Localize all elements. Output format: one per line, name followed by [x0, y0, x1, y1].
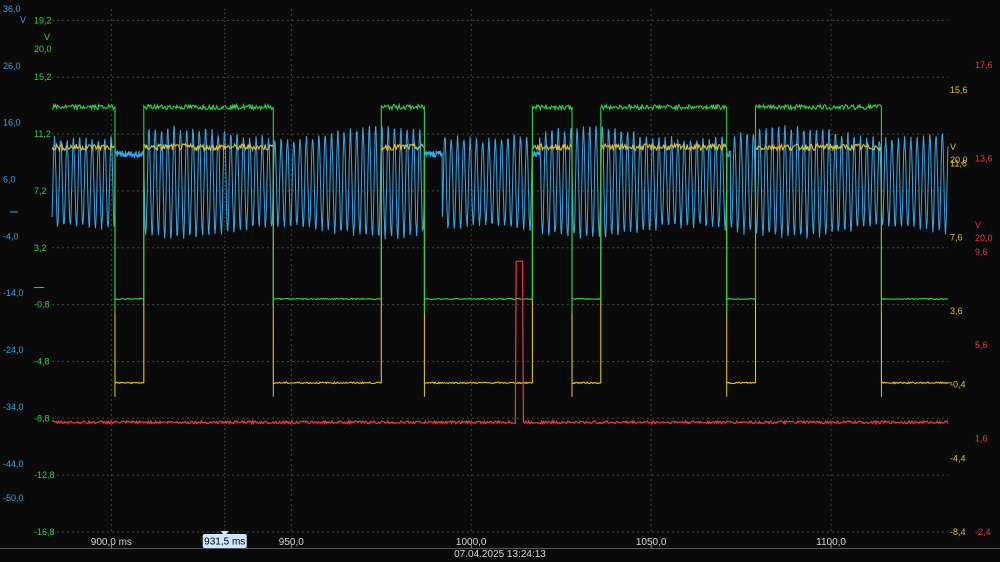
red-tick-label: -2,4 [975, 527, 991, 537]
green-tick-label: 15,2 [34, 72, 52, 82]
red-tick-label: 9,6 [975, 247, 988, 257]
blue-tick-label: -24,0 [3, 345, 24, 355]
x-tick-label: 1050,0 [636, 537, 667, 548]
yellow-tick-label: -4,4 [950, 453, 966, 463]
timestamp: 07.04.2025 13:24:13 [454, 549, 546, 560]
green-tick-label: 11,2 [34, 129, 51, 139]
yellow-tick-label: 15,6 [950, 85, 968, 95]
red-tick-label: 5,6 [975, 340, 988, 350]
green-tick-label: 19,2 [34, 15, 52, 25]
green-tick-label: -16,8 [34, 527, 55, 537]
x-tick-label: 950,0 [279, 537, 304, 548]
yellow-tick-label: 7,6 [950, 232, 963, 242]
blue-tick-label: 16,0 [3, 118, 21, 128]
red-tick-label: 1,6 [975, 434, 988, 444]
yellow-tick-label: -0,4 [950, 380, 966, 390]
green-unit-label: V [44, 32, 50, 42]
x-tick-label: 1000,0 [456, 537, 487, 548]
cursor-label: 931,5 ms [204, 537, 245, 548]
blue-unit-label: V [20, 15, 26, 25]
green-tick-label: -4,8 [34, 356, 50, 366]
blue-tick-label: 36,0 [3, 4, 21, 14]
yellow-tick-label: 3,6 [950, 306, 963, 316]
blue-tick-label: -4,0 [3, 231, 19, 241]
red-tick-label: 17,6 [975, 60, 993, 70]
oscilloscope-chart: 36,026,016,06,0-4,0-14,0-24,0-34,0-44,0-… [0, 0, 1000, 562]
blue-tick-label: 6,0 [3, 175, 16, 185]
green-tick-label: -0,8 [34, 300, 50, 310]
yellow-tick-label: 11,6 [950, 159, 967, 169]
green-tick-label: 7,2 [34, 186, 47, 196]
blue-tick-label: 26,0 [3, 61, 21, 71]
red-tick-label: 20,0 [975, 233, 993, 243]
yellow-unit-label: V [950, 142, 956, 152]
x-tick-label: 900,0 ms [91, 537, 132, 548]
x-tick-label: 1100,0 [816, 537, 846, 548]
blue-tick-label: -44,0 [3, 459, 24, 469]
green-tick-label: -8,8 [34, 413, 50, 423]
green-tick-label: 3,2 [34, 243, 47, 253]
green-tick-label: -12,8 [34, 470, 55, 480]
red-unit-label: V [975, 220, 981, 230]
blue-tick-label: -50,0 [3, 493, 24, 503]
blue-tick-label: -34,0 [3, 402, 24, 412]
chart-background [0, 0, 1000, 562]
blue-tick-label: -14,0 [3, 288, 24, 298]
red-tick-label: 13,6 [975, 153, 993, 163]
green-tick-label: 20,0 [34, 44, 52, 54]
yellow-tick-label: -8,4 [950, 527, 966, 537]
